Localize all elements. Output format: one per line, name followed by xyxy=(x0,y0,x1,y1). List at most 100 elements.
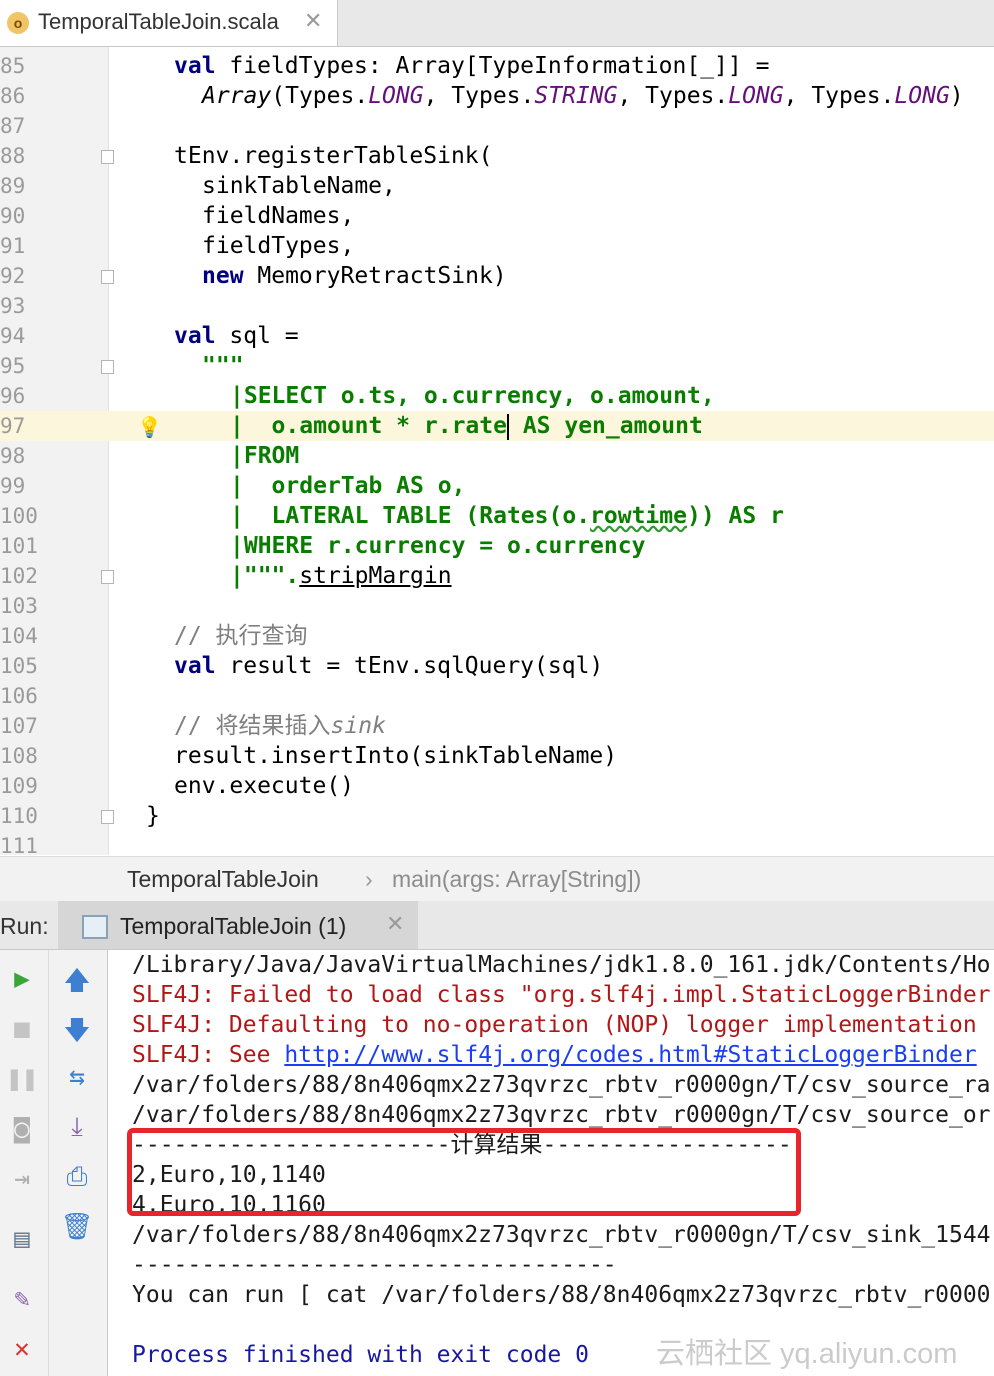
scroll-to-end-icon[interactable]: ⤓ xyxy=(57,1112,97,1143)
tab-label: TemporalTableJoin.scala xyxy=(38,9,279,34)
code-line[interactable]: 93 xyxy=(0,291,994,321)
run-left-toolbar: ▶ ■ ❚❚ ◙ ⇥ ▤ ✎ ✕ xyxy=(0,950,49,1376)
line-number: 91 xyxy=(0,234,26,258)
stop-icon[interactable]: ■ xyxy=(2,1014,42,1044)
fold-marker-icon[interactable] xyxy=(101,150,114,164)
slf4j-link[interactable]: http://www.slf4j.org/codes.html#StaticLo… xyxy=(284,1042,976,1068)
line-number: 99 xyxy=(0,474,26,498)
line-number: 101 xyxy=(0,534,38,558)
run-label: Run: xyxy=(0,913,49,939)
code-line[interactable]: 88 tEnv.registerTableSink( xyxy=(0,141,994,171)
line-number: 105 xyxy=(0,654,38,678)
tab-temporal-table-join[interactable]: o TemporalTableJoin.scala ✕ xyxy=(0,0,338,46)
console-icon xyxy=(82,915,108,939)
line-number: 97 xyxy=(0,411,40,441)
code-line[interactable]: 86 Array(Types.LONG, Types.STRING, Types… xyxy=(0,81,994,111)
line-number: 100 xyxy=(0,504,38,528)
console-line: ----------------------------------- xyxy=(132,1252,617,1278)
console-line: /Library/Java/JavaVirtualMachines/jdk1.8… xyxy=(132,952,991,978)
console-line: /var/folders/88/8n406qmx2z73qvrzc_rbtv_r… xyxy=(132,1222,991,1248)
line-number: 88 xyxy=(0,144,26,168)
code-line[interactable]: 89 sinkTableName, xyxy=(0,171,994,201)
line-number: 87 xyxy=(0,114,26,138)
pin-icon[interactable]: ✎ xyxy=(2,1284,42,1314)
line-number: 104 xyxy=(0,624,38,648)
trash-icon[interactable]: 🗑 xyxy=(57,1212,97,1242)
code-line[interactable]: 90 fieldNames, xyxy=(0,201,994,231)
exit-icon[interactable]: ⇥ xyxy=(2,1164,42,1194)
result-highlight-box xyxy=(127,1128,801,1216)
code-line[interactable]: 102 |""".stripMargin xyxy=(0,561,994,591)
code-editor[interactable]: 85 val fieldTypes: Array[TypeInformation… xyxy=(0,47,994,858)
fold-marker-icon[interactable] xyxy=(101,570,114,584)
code-line[interactable]: 110 } xyxy=(0,801,994,831)
code-line[interactable]: 108 result.insertInto(sinkTableName) xyxy=(0,741,994,771)
line-number: 92 xyxy=(0,264,26,288)
comment: // 执行查询 xyxy=(174,623,308,649)
line-number: 93 xyxy=(0,294,26,318)
breadcrumb: TemporalTableJoin › main(args: Array[Str… xyxy=(0,856,994,902)
line-number: 103 xyxy=(0,594,38,618)
scala-object-icon: o xyxy=(7,12,29,34)
arrow-down-icon[interactable]: 🡇 xyxy=(57,1012,97,1056)
run-tool-window-header: Run: TemporalTableJoin (1) ✕ xyxy=(0,901,994,950)
line-number: 95 xyxy=(0,354,26,378)
close-icon[interactable]: ✕ xyxy=(386,911,404,937)
console-line: You can run [ cat /var/folders/88/8n406q… xyxy=(132,1282,991,1308)
console-exit-line: Process finished with exit code 0 xyxy=(132,1342,589,1368)
line-number: 90 xyxy=(0,204,26,228)
camera-icon[interactable]: ◙ xyxy=(2,1114,42,1144)
soft-wrap-icon[interactable]: ⇆ xyxy=(57,1062,97,1092)
code-line[interactable]: 92 new MemoryRetractSink) xyxy=(0,261,994,291)
print-icon[interactable]: ⎙ xyxy=(57,1162,97,1193)
arrow-up-icon[interactable]: 🡅 xyxy=(57,962,97,1006)
code-line-current[interactable]: 97 💡 | o.amount * r.rate AS yen_amount xyxy=(0,411,994,441)
console-line: SLF4J: Defaulting to no-operation (NOP) … xyxy=(132,1012,977,1038)
breadcrumb-method[interactable]: main(args: Array[String]) xyxy=(392,857,641,901)
code-line[interactable]: 94 val sql = xyxy=(0,321,994,351)
line-number: 94 xyxy=(0,324,26,348)
line-number: 106 xyxy=(0,684,38,708)
rerun-icon[interactable]: ▶ xyxy=(2,964,42,994)
code-line[interactable]: 107 // 将结果插入sink xyxy=(0,711,994,741)
code-line[interactable]: 98 |FROM xyxy=(0,441,994,471)
code-line[interactable]: 87 xyxy=(0,111,994,141)
layout-icon[interactable]: ▤ xyxy=(2,1224,42,1254)
code-line[interactable]: 95 """ xyxy=(0,351,994,381)
console-line: /var/folders/88/8n406qmx2z73qvrzc_rbtv_r… xyxy=(132,1102,991,1128)
code-line[interactable]: 104 // 执行查询 xyxy=(0,621,994,651)
code-line[interactable]: 91 fieldTypes, xyxy=(0,231,994,261)
pause-icon[interactable]: ❚❚ xyxy=(2,1064,42,1094)
code-line[interactable]: 106 xyxy=(0,681,994,711)
fold-marker-icon[interactable] xyxy=(101,810,114,824)
run-tab[interactable]: TemporalTableJoin (1) ✕ xyxy=(58,901,418,949)
close-icon[interactable]: ✕ xyxy=(2,1334,42,1364)
code-line[interactable]: 100 | LATERAL TABLE (Rates(o.rowtime)) A… xyxy=(0,501,994,531)
console-line: /var/folders/88/8n406qmx2z73qvrzc_rbtv_r… xyxy=(132,1072,991,1098)
editor-tab-bar: o TemporalTableJoin.scala ✕ xyxy=(0,0,994,47)
breadcrumb-separator-icon: › xyxy=(365,866,373,892)
code-line[interactable]: 103 xyxy=(0,591,994,621)
lightbulb-icon[interactable]: 💡 xyxy=(137,415,162,439)
code-line[interactable]: 96 |SELECT o.ts, o.currency, o.amount, xyxy=(0,381,994,411)
console-line: SLF4J: See http://www.slf4j.org/codes.ht… xyxy=(132,1042,977,1068)
line-number: 107 xyxy=(0,714,38,738)
comment: // 将结果插入sink xyxy=(174,713,386,739)
breadcrumb-class[interactable]: TemporalTableJoin xyxy=(127,857,319,901)
line-number: 86 xyxy=(0,84,26,108)
code-line[interactable]: 105 val result = tEnv.sqlQuery(sql) xyxy=(0,651,994,681)
watermark: 云栖社区 yq.aliyun.com xyxy=(656,1338,958,1370)
code-line[interactable]: 99 | orderTab AS o, xyxy=(0,471,994,501)
fold-marker-icon[interactable] xyxy=(101,270,114,284)
line-number: 110 xyxy=(0,804,38,828)
run-tab-label: TemporalTableJoin (1) xyxy=(120,913,347,939)
code-line[interactable]: 109 env.execute() xyxy=(0,771,994,801)
line-number: 96 xyxy=(0,384,26,408)
code-line[interactable]: 101 |WHERE r.currency = o.currency xyxy=(0,531,994,561)
close-icon[interactable]: ✕ xyxy=(304,8,322,34)
fold-marker-icon[interactable] xyxy=(101,360,114,374)
line-number: 85 xyxy=(0,54,26,78)
code-line[interactable]: 85 val fieldTypes: Array[TypeInformation… xyxy=(0,51,994,81)
line-number: 102 xyxy=(0,564,38,588)
line-number: 89 xyxy=(0,174,26,198)
